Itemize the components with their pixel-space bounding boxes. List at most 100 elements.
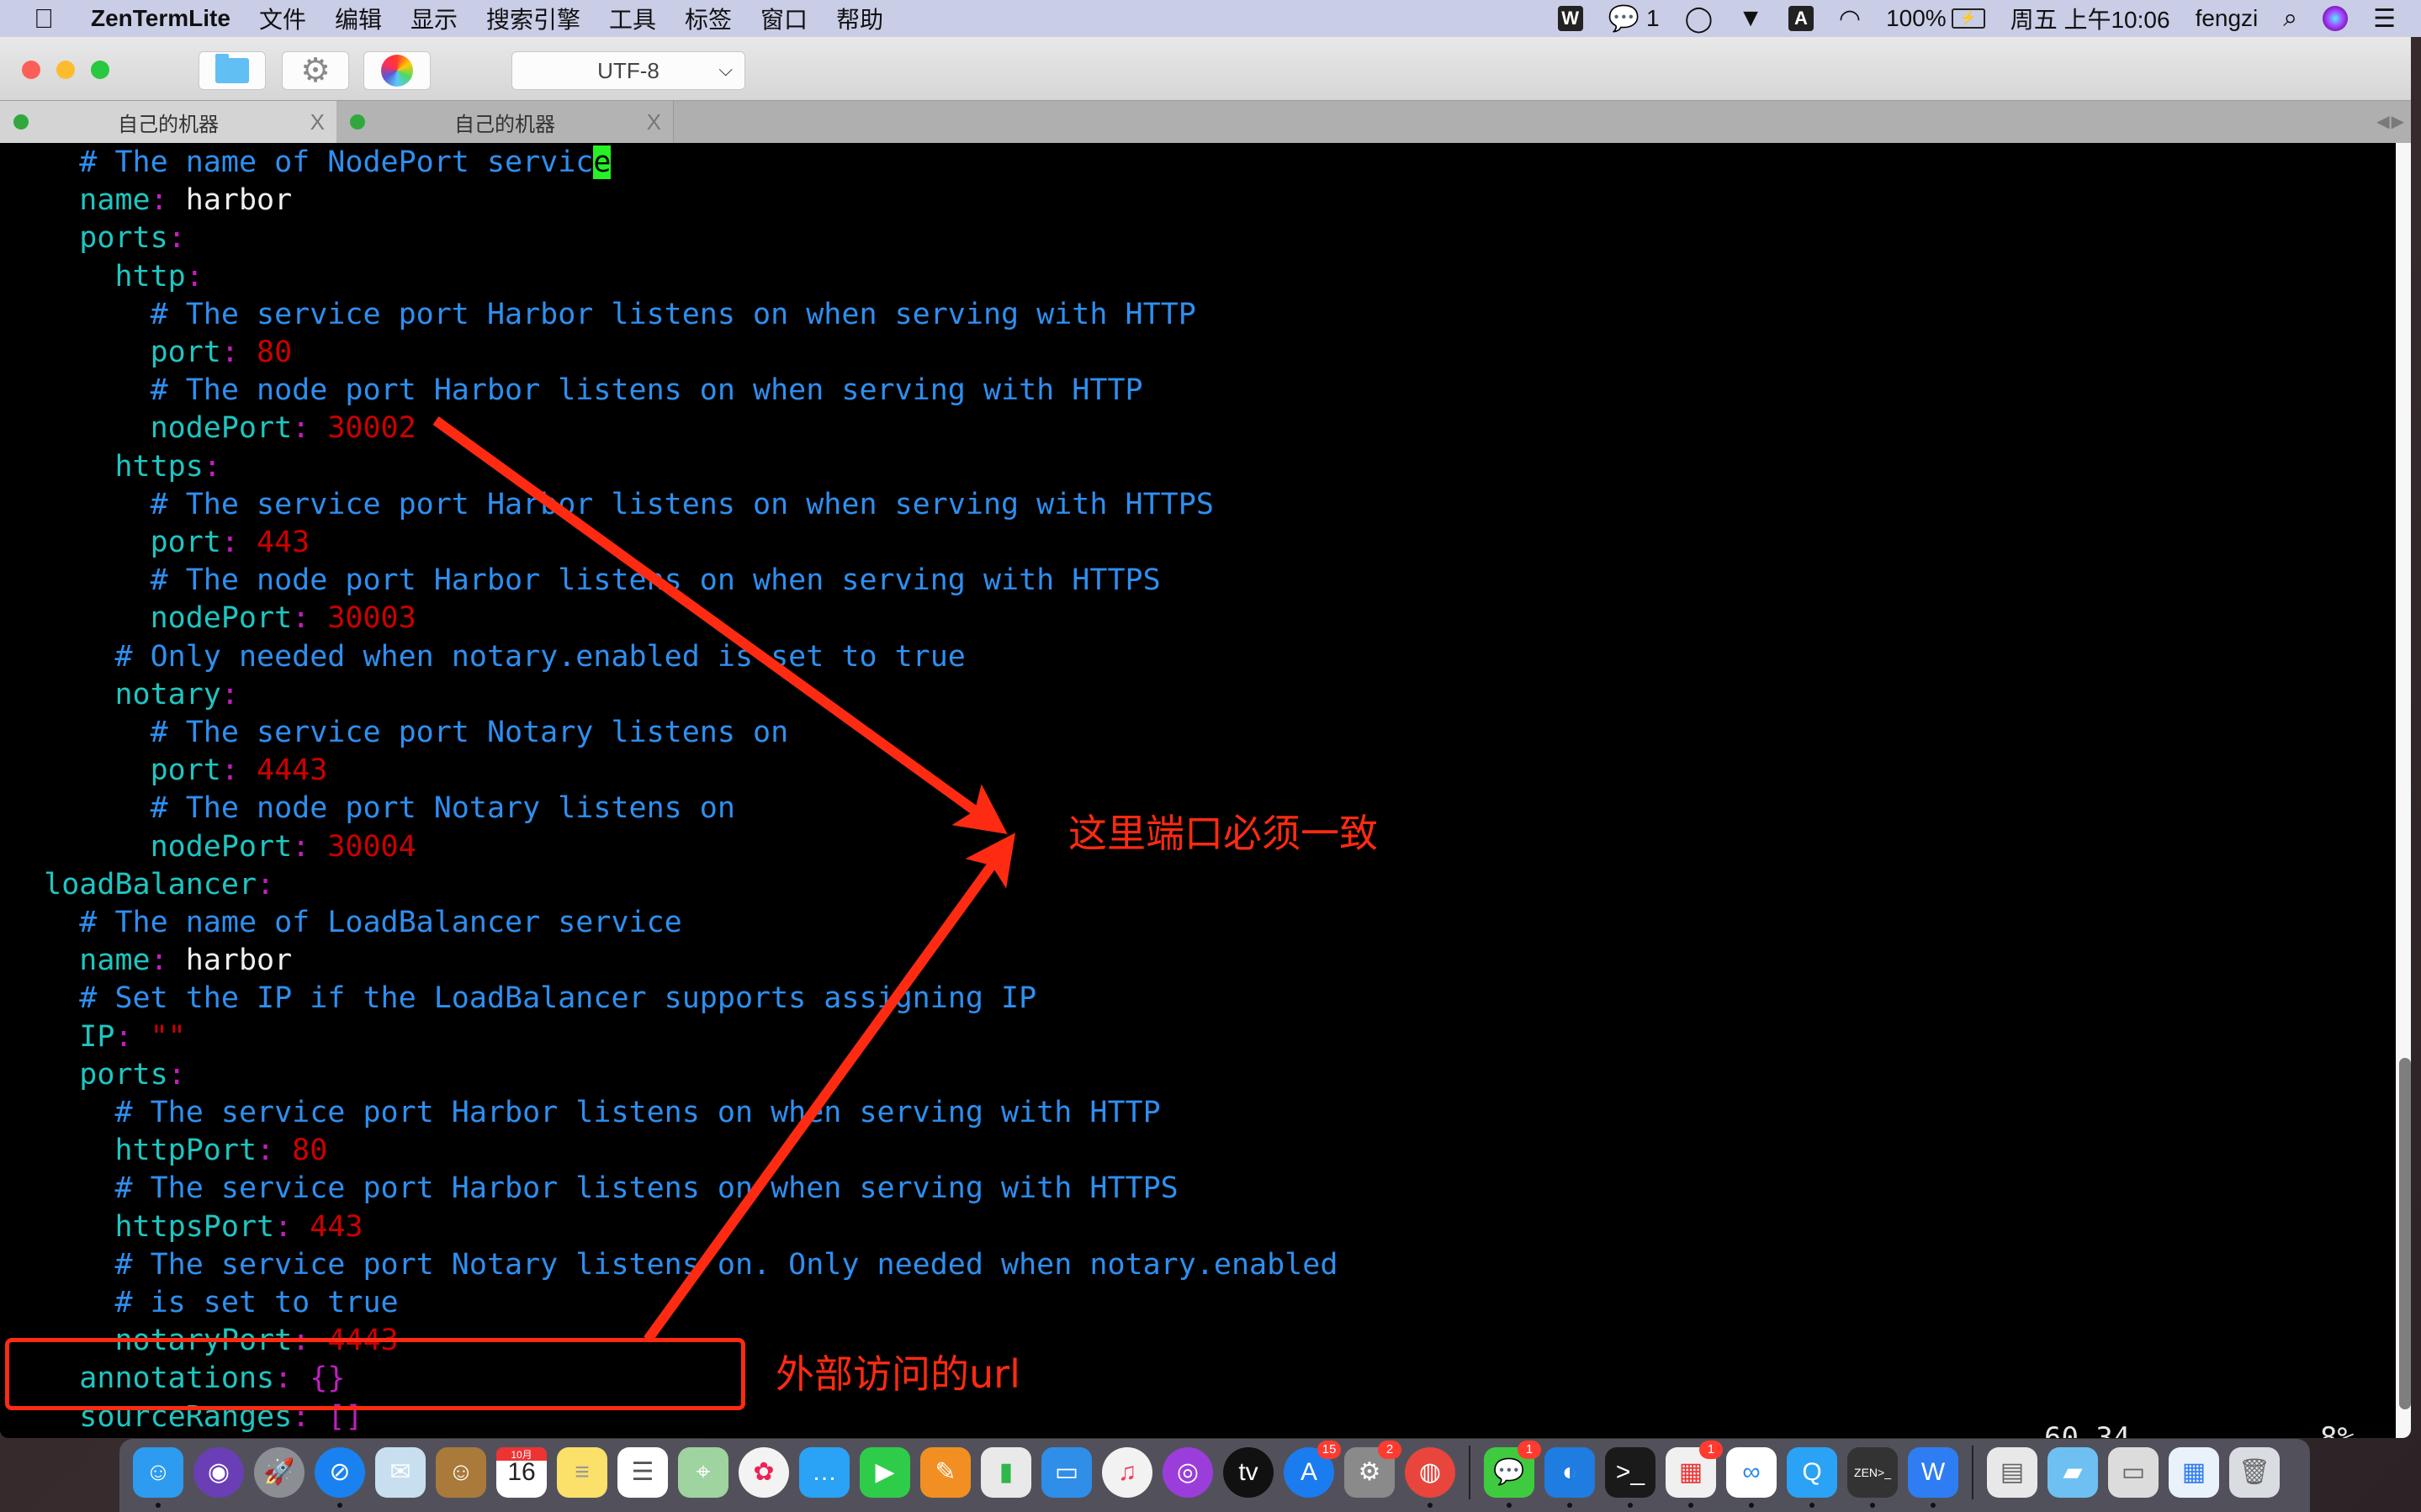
- settings-button[interactable]: ⚙: [282, 51, 349, 90]
- scrollbar-thumb[interactable]: [2399, 1058, 2411, 1410]
- cursor-position: 60,34: [2044, 1421, 2131, 1438]
- dock-music[interactable]: ♫: [1102, 1446, 1152, 1498]
- dock-mail[interactable]: ✉: [375, 1446, 426, 1498]
- close-tab-button[interactable]: X: [310, 109, 325, 135]
- tab-session-2[interactable]: 自己的机器 X: [336, 101, 674, 143]
- dock-documents-stack[interactable]: ▤: [1987, 1446, 2037, 1498]
- dock-baidu-netdisk[interactable]: ∞: [1726, 1446, 1777, 1508]
- terminal-line: # The service port Harbor listens on whe…: [8, 297, 1196, 332]
- dock-contacts[interactable]: ☺: [436, 1446, 486, 1498]
- dock-keynote[interactable]: ▭: [1041, 1446, 1092, 1498]
- dock-zenterm-lite[interactable]: ZEN>_: [1847, 1446, 1898, 1508]
- encoding-value: UTF-8: [597, 57, 660, 83]
- terminal-token: 80: [292, 1134, 328, 1168]
- spotlight-search-icon[interactable]: ⌕: [2283, 4, 2297, 33]
- menu-help[interactable]: 帮助: [836, 2, 883, 35]
- dock-messages[interactable]: …: [799, 1446, 850, 1498]
- battery-status[interactable]: 100% ⚡: [1886, 5, 1985, 32]
- chrome-icon: ◍: [1418, 1458, 1442, 1486]
- dock-dingtalk-chat[interactable]: Q: [1787, 1446, 1837, 1508]
- menu-file[interactable]: 文件: [259, 2, 306, 35]
- tab-label: 自己的机器: [118, 113, 219, 136]
- input-method-status[interactable]: A: [1788, 6, 1814, 31]
- menu-search-engine[interactable]: 搜索引擎: [486, 2, 580, 35]
- dock-launchpad[interactable]: 🚀: [254, 1446, 305, 1498]
- wps-icon: W: [1557, 6, 1583, 31]
- dock-notes[interactable]: ≡: [557, 1446, 607, 1498]
- screenshot-stack-icon: ▦: [2181, 1458, 2206, 1486]
- terminal-token: 4443: [257, 753, 328, 788]
- encoding-select[interactable]: UTF-8 ⌵: [511, 51, 745, 90]
- dock-wps-office[interactable]: W: [1908, 1446, 1958, 1508]
- wps-status-icon[interactable]: W: [1557, 6, 1583, 31]
- dock-trash[interactable]: 🗑: [2229, 1446, 2280, 1498]
- dock-vpn-client[interactable]: ◐: [1544, 1446, 1595, 1508]
- wechat-icon: 💬: [1493, 1458, 1525, 1486]
- app-menu[interactable]: ZenTermLite: [91, 5, 230, 32]
- tab-session-1[interactable]: 自己的机器 X: [0, 101, 337, 143]
- close-tab-button[interactable]: X: [647, 109, 661, 135]
- battery-charging-icon: ⚡: [1951, 8, 1985, 29]
- terminal-token: # The name of NodePort servic: [79, 145, 594, 179]
- dock-app-store[interactable]: A 15: [1284, 1440, 1341, 1498]
- shield-icon[interactable]: ▼: [1738, 4, 1763, 33]
- menu-tools[interactable]: 工具: [609, 2, 656, 35]
- dock-maps[interactable]: ⌖: [678, 1446, 728, 1498]
- terminal-token: :: [167, 1057, 186, 1092]
- dock-terminal[interactable]: >_: [1605, 1446, 1655, 1508]
- dock-installer-stack[interactable]: ▭: [2108, 1446, 2159, 1498]
- dock-siri[interactable]: ◉: [193, 1446, 244, 1498]
- dock-facetime[interactable]: ▶: [860, 1446, 910, 1498]
- terminal-token: :: [220, 526, 257, 559]
- wifi-icon[interactable]: ◠: [1839, 4, 1861, 34]
- terminal-token: notaryPort: [114, 1324, 293, 1358]
- dock-finder[interactable]: ☺: [133, 1446, 183, 1508]
- dock-pages[interactable]: ✎: [920, 1446, 971, 1498]
- dingtalk-chat-icon: Q: [1802, 1457, 1822, 1486]
- dock-chrome[interactable]: ◍: [1405, 1446, 1455, 1508]
- terminal-token: ports: [79, 1057, 168, 1092]
- dock-photos[interactable]: ✿: [739, 1446, 789, 1498]
- running-indicator: [1749, 1502, 1754, 1508]
- dock-numbers[interactable]: ▮: [981, 1446, 1031, 1498]
- chat-bubble-icon[interactable]: ◯: [1685, 4, 1714, 34]
- siri-icon[interactable]: [2323, 6, 2349, 31]
- close-window-button[interactable]: [22, 61, 40, 79]
- dock-safari[interactable]: ⊘: [315, 1446, 365, 1508]
- clock[interactable]: 周五 上午10:06: [2010, 2, 2170, 35]
- maximize-window-button[interactable]: [91, 61, 109, 79]
- notification-center-icon[interactable]: ☰: [2373, 4, 2396, 34]
- dock-windows-folder[interactable]: ▰: [2048, 1446, 2098, 1498]
- dock-screenshot-stack[interactable]: ▦: [2169, 1446, 2219, 1498]
- color-theme-button[interactable]: [363, 51, 431, 90]
- dock-wechat[interactable]: 💬 1: [1484, 1440, 1541, 1508]
- minimize-window-button[interactable]: [56, 61, 75, 79]
- apple-menu-icon[interactable]: : [34, 3, 59, 34]
- menu-edit[interactable]: 编辑: [335, 2, 382, 35]
- terminal-line: name: harbor: [8, 943, 292, 978]
- dock-microsoft-autoupdate[interactable]: ▦ 1: [1666, 1440, 1723, 1508]
- dock-apple-tv[interactable]: tv: [1223, 1446, 1274, 1498]
- menu-window[interactable]: 窗口: [760, 2, 808, 35]
- chevron-down-icon: ⌵: [718, 59, 733, 80]
- dock-podcasts[interactable]: ◎: [1163, 1446, 1213, 1498]
- dock-calendar[interactable]: 16 10月: [496, 1446, 547, 1498]
- terminal-token: # Only needed when notary.enabled is set…: [114, 639, 966, 674]
- sftp-folder-button[interactable]: [199, 51, 266, 90]
- dock-system-preferences[interactable]: ⚙ 2: [1344, 1440, 1401, 1498]
- terminal-token: annotations: [79, 1361, 275, 1396]
- terminal-line: # The name of NodePort service: [8, 145, 612, 180]
- menu-view[interactable]: 显示: [411, 2, 458, 35]
- terminal-line: http:: [8, 259, 203, 294]
- wechat-status[interactable]: 💬 1: [1608, 4, 1660, 34]
- user-menu[interactable]: fengzi: [2196, 5, 2259, 32]
- tab-scroll-arrows-icon[interactable]: ◀▶: [2376, 111, 2406, 132]
- dock-reminders[interactable]: ☰: [617, 1446, 668, 1498]
- terminal-output[interactable]: # The name of NodePort service name: har…: [0, 143, 2396, 1438]
- menu-tabs[interactable]: 标签: [685, 2, 732, 35]
